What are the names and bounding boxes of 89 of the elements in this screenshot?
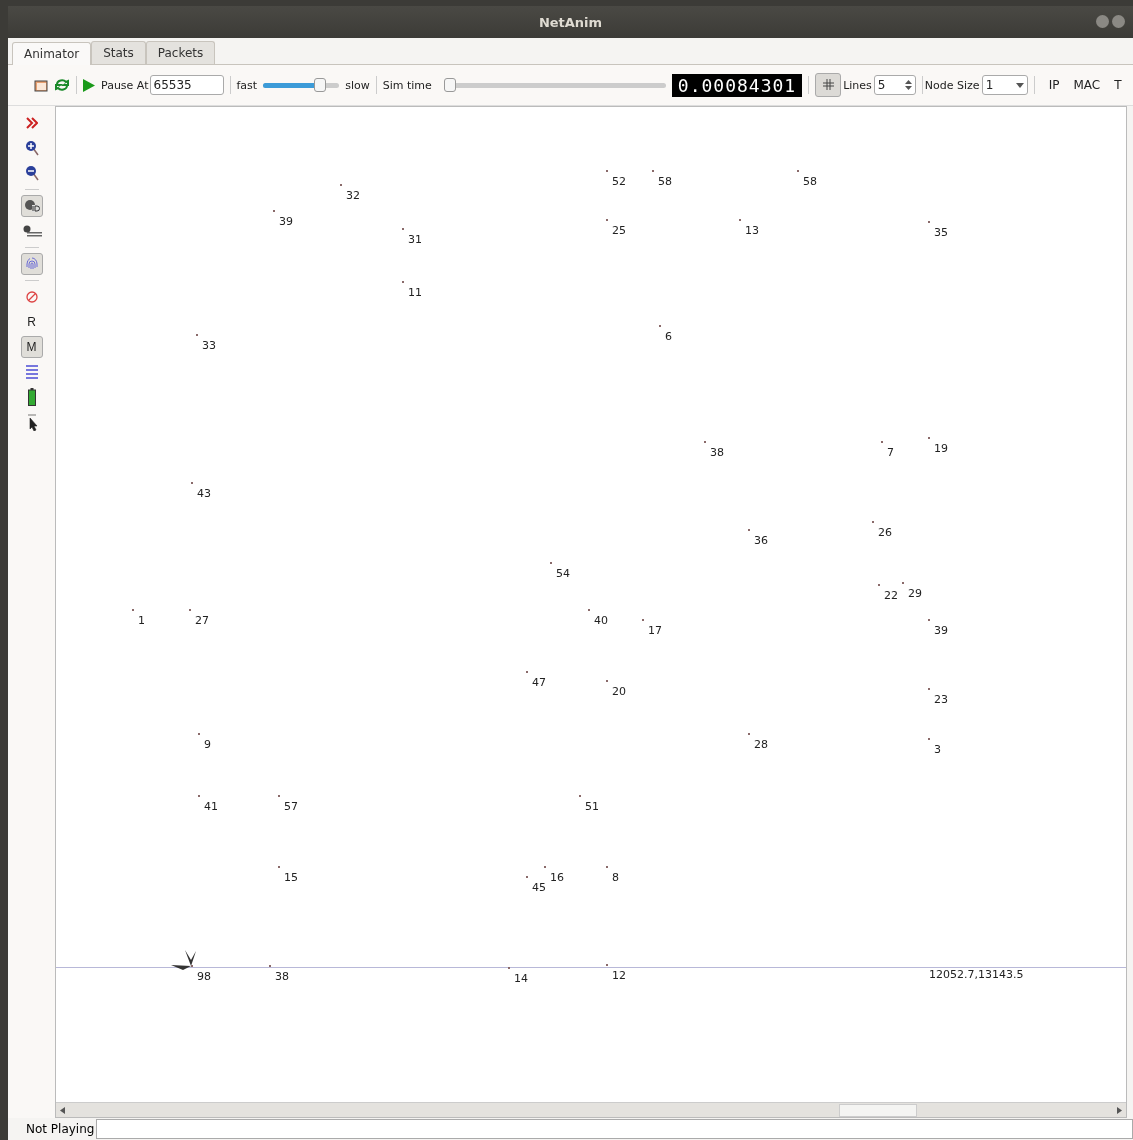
node-label: 17 bbox=[648, 624, 662, 637]
node-label: 16 bbox=[550, 871, 564, 884]
node-label: 3 bbox=[934, 743, 941, 756]
pause-at-field[interactable]: 65535 bbox=[149, 75, 224, 95]
sysid-icon bbox=[21, 225, 42, 237]
node-label: 39 bbox=[279, 215, 293, 228]
cursor-icon bbox=[25, 413, 38, 431]
node-label: 11 bbox=[408, 286, 422, 299]
t-toggle[interactable]: T bbox=[1114, 78, 1122, 92]
node-label: 7 bbox=[887, 446, 894, 459]
horizontal-scrollbar[interactable] bbox=[56, 1102, 1126, 1117]
node-label: 26 bbox=[878, 526, 892, 539]
scroll-left-icon[interactable] bbox=[60, 1106, 65, 1114]
node-label: 58 bbox=[803, 175, 817, 188]
node-label: 14 bbox=[514, 972, 528, 985]
maximize-button[interactable] bbox=[1112, 15, 1125, 28]
node-label: 15 bbox=[284, 871, 298, 884]
node-label: 38 bbox=[710, 446, 724, 459]
node-label: 47 bbox=[532, 676, 546, 689]
tool-button[interactable]: R bbox=[20, 311, 43, 333]
time-display: 0.00084301 bbox=[671, 73, 803, 97]
double-chevron-icon bbox=[25, 117, 38, 129]
reload-icon[interactable] bbox=[54, 78, 70, 92]
node-label: 98 bbox=[197, 970, 211, 983]
node-label: 22 bbox=[884, 589, 898, 602]
node-label: 8 bbox=[612, 871, 619, 884]
slow-label: slow bbox=[345, 78, 370, 92]
scroll-right-icon[interactable] bbox=[1117, 1106, 1122, 1114]
node-label: 19 bbox=[934, 442, 948, 455]
node-size-label: Node Size bbox=[924, 78, 980, 92]
node-label: 25 bbox=[612, 224, 626, 237]
node-label: 51 bbox=[585, 800, 599, 813]
node-id-button[interactable] bbox=[20, 195, 43, 217]
zoom-out-icon bbox=[24, 165, 39, 181]
ip-toggle[interactable]: IP bbox=[1048, 78, 1060, 92]
node-label: 54 bbox=[556, 567, 570, 580]
node-label: 57 bbox=[284, 800, 298, 813]
fingerprint-button[interactable] bbox=[20, 253, 43, 275]
node-label: 36 bbox=[754, 534, 768, 547]
cursor-coordinates: 12052.7,13143.5 bbox=[929, 968, 1024, 981]
node-label: 45 bbox=[532, 881, 546, 894]
fast-label: fast bbox=[236, 78, 258, 92]
node-label: 9 bbox=[204, 738, 211, 751]
node-label: 31 bbox=[408, 233, 422, 246]
node-label: 20 bbox=[612, 685, 626, 698]
stacked-lines-icon bbox=[25, 364, 38, 380]
mac-toggle[interactable]: MAC bbox=[1073, 78, 1101, 92]
open-file-icon[interactable] bbox=[34, 78, 48, 92]
tool-button[interactable]: M bbox=[20, 336, 43, 358]
minimize-button[interactable] bbox=[1096, 15, 1109, 28]
node-label: 40 bbox=[594, 614, 608, 627]
node-label: 12 bbox=[612, 969, 626, 982]
node-label: 38 bbox=[275, 970, 289, 983]
node-label: 6 bbox=[665, 330, 672, 343]
dropdown-caret-icon bbox=[1015, 82, 1024, 88]
play-icon[interactable] bbox=[83, 78, 95, 92]
node-label: 32 bbox=[346, 189, 360, 202]
node-label: 29 bbox=[908, 587, 922, 600]
node-label: 28 bbox=[754, 738, 768, 751]
spin-arrows-icon bbox=[904, 79, 912, 91]
node-id-icon bbox=[23, 199, 40, 213]
scroll-thumb[interactable] bbox=[839, 1103, 917, 1117]
node-label: 52 bbox=[612, 175, 626, 188]
node-label: 33 bbox=[202, 339, 216, 352]
zoom-in-icon bbox=[24, 140, 39, 156]
node-label: 1 bbox=[138, 614, 145, 627]
status-text: Not Playing bbox=[26, 1122, 95, 1136]
no-entry-icon bbox=[25, 291, 38, 303]
battery-icon bbox=[27, 388, 36, 406]
tab[interactable]: Packets bbox=[145, 41, 216, 64]
pause-at-label: Pause At bbox=[101, 78, 149, 92]
node-label: 27 bbox=[195, 614, 209, 627]
window-title: NetAnim bbox=[538, 14, 603, 30]
grid-toggle-button[interactable] bbox=[815, 73, 842, 97]
sim-time-label: Sim time bbox=[382, 78, 432, 92]
node-label: 39 bbox=[934, 624, 948, 637]
node-label: 43 bbox=[197, 487, 211, 500]
grid-icon bbox=[822, 79, 834, 90]
tab[interactable]: Animator bbox=[12, 42, 92, 65]
node-label: 58 bbox=[658, 175, 672, 188]
node-size-dropdown[interactable]: 1 bbox=[981, 75, 1028, 95]
lines-spinbox[interactable]: 5 bbox=[873, 75, 916, 95]
lines-label: Lines bbox=[843, 78, 872, 92]
node-label: 35 bbox=[934, 226, 948, 239]
node-label: 23 bbox=[934, 693, 948, 706]
fingerprint-icon bbox=[24, 256, 39, 272]
tab[interactable]: Stats bbox=[91, 41, 146, 64]
node-label: 13 bbox=[745, 224, 759, 237]
node-label: 41 bbox=[204, 800, 218, 813]
